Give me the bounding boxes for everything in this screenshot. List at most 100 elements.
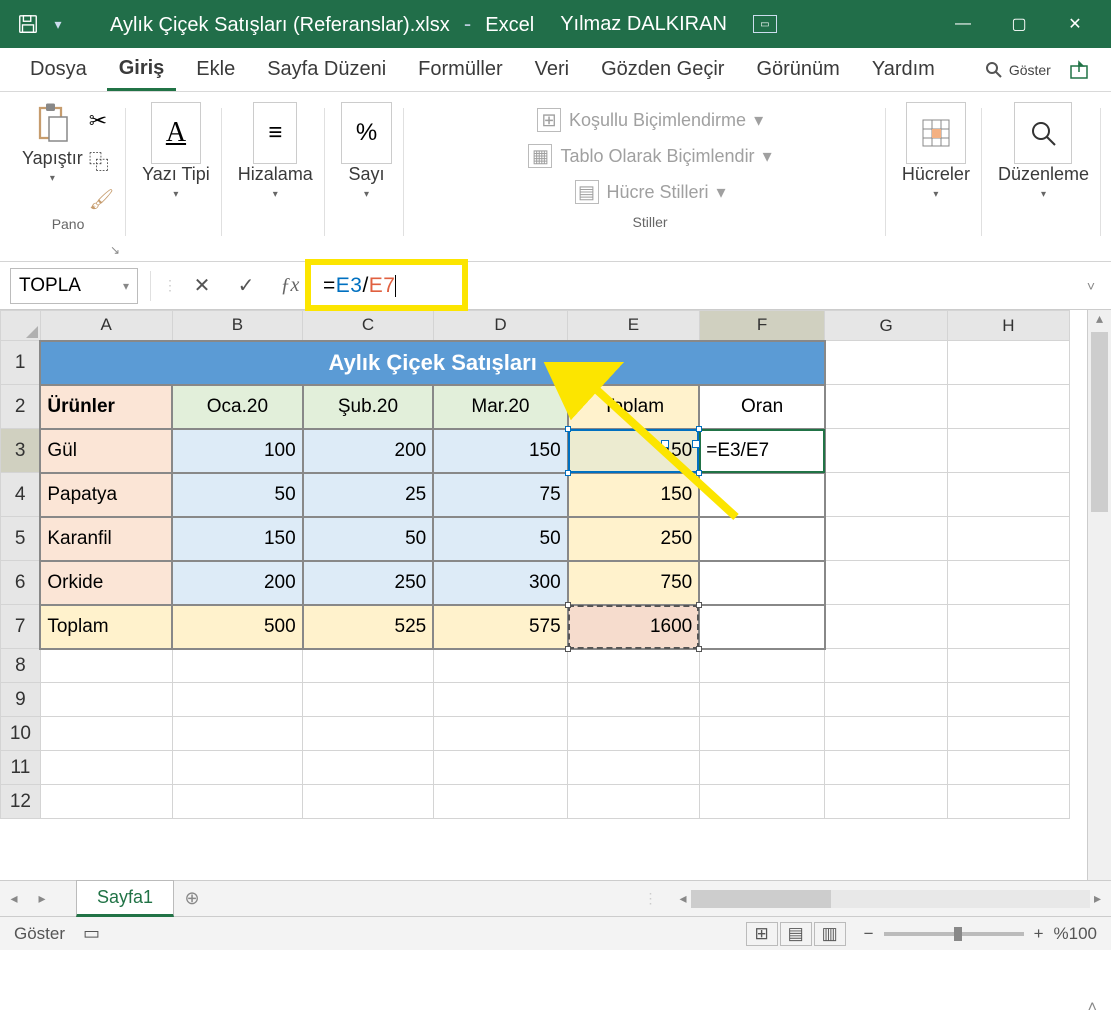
cell[interactable]: 150 [568, 473, 700, 517]
row-header-10[interactable]: 10 [1, 717, 41, 751]
cell[interactable] [433, 649, 567, 683]
dialog-launcher-icon[interactable]: ↘ [110, 243, 120, 257]
cell[interactable]: 750 [568, 561, 700, 605]
row-header-7[interactable]: 7 [1, 605, 41, 649]
ribbon-tab-gözden geçir[interactable]: Gözden Geçir [589, 50, 736, 89]
cell[interactable] [947, 429, 1069, 473]
cell[interactable]: 500 [172, 605, 303, 649]
row-header-4[interactable]: 4 [1, 473, 41, 517]
cell[interactable] [433, 785, 567, 819]
cell[interactable] [40, 683, 172, 717]
ribbon-tab-görünüm[interactable]: Görünüm [744, 50, 851, 89]
cell[interactable] [947, 683, 1069, 717]
zoom-in-button[interactable]: + [1034, 924, 1044, 944]
cell[interactable] [825, 683, 947, 717]
alignment-dropdown[interactable]: Hizalama▾ [238, 164, 313, 200]
cell[interactable] [825, 605, 947, 649]
cell[interactable] [172, 785, 303, 819]
cell[interactable]: Şub.20 [303, 385, 434, 429]
cell[interactable] [947, 561, 1069, 605]
cell[interactable]: 250 [568, 517, 700, 561]
cell[interactable] [303, 649, 434, 683]
tell-me-search[interactable]: Göster [985, 61, 1051, 79]
cell[interactable] [303, 785, 434, 819]
cell[interactable] [947, 605, 1069, 649]
row-header-9[interactable]: 9 [1, 683, 41, 717]
cell[interactable] [433, 751, 567, 785]
expand-formula-bar-icon[interactable]: ˅ [1087, 278, 1101, 294]
cell[interactable] [825, 785, 947, 819]
qat-dropdown-icon[interactable]: ▾ [46, 12, 70, 36]
page-break-view-button[interactable]: ▥ [814, 922, 846, 946]
column-header-A[interactable]: A [40, 311, 172, 341]
cell[interactable]: Karanfil [40, 517, 172, 561]
name-box[interactable]: TOPLA▾ [10, 268, 138, 304]
horizontal-scrollbar[interactable]: ◂▸ [670, 890, 1111, 908]
column-header-D[interactable]: D [433, 311, 567, 341]
cell[interactable] [568, 649, 700, 683]
cell[interactable]: Mar.20 [433, 385, 567, 429]
cell[interactable] [825, 517, 947, 561]
confirm-formula-button[interactable]: ✓ [227, 268, 265, 304]
cell[interactable] [947, 341, 1069, 385]
cell[interactable] [947, 785, 1069, 819]
cell[interactable] [172, 649, 303, 683]
row-header-1[interactable]: 1 [1, 341, 41, 385]
cell[interactable]: 300 [433, 561, 567, 605]
ribbon-tab-giriş[interactable]: Giriş [107, 49, 177, 91]
cell[interactable] [699, 751, 825, 785]
cell[interactable]: Toplam [40, 605, 172, 649]
cell[interactable] [172, 751, 303, 785]
column-header-G[interactable]: G [825, 311, 947, 341]
cell[interactable]: 200 [303, 429, 434, 473]
cell[interactable] [568, 751, 700, 785]
cell[interactable]: 50 [303, 517, 434, 561]
cell[interactable] [568, 717, 700, 751]
save-icon[interactable] [14, 10, 42, 38]
cell[interactable] [699, 683, 825, 717]
ribbon-display-icon[interactable]: ▭ [753, 15, 777, 33]
insert-function-button[interactable]: ƒx [271, 268, 309, 304]
cell[interactable] [303, 751, 434, 785]
copy-icon[interactable]: ⿻ [89, 146, 114, 175]
cell[interactable] [568, 683, 700, 717]
column-header-E[interactable]: E [568, 311, 700, 341]
cell[interactable] [947, 517, 1069, 561]
cell[interactable] [433, 683, 567, 717]
cell[interactable] [947, 385, 1069, 429]
ribbon-tab-ekle[interactable]: Ekle [184, 50, 247, 89]
cell[interactable]: 75 [433, 473, 567, 517]
cell[interactable]: 100 [172, 429, 303, 473]
cell[interactable] [40, 751, 172, 785]
ribbon-tab-dosya[interactable]: Dosya [18, 50, 99, 89]
select-all-corner[interactable] [1, 311, 41, 341]
row-header-6[interactable]: 6 [1, 561, 41, 605]
page-layout-view-button[interactable]: ▤ [780, 922, 812, 946]
cell[interactable] [40, 717, 172, 751]
cell[interactable]: 50 [433, 517, 567, 561]
cell[interactable] [947, 473, 1069, 517]
cell[interactable] [303, 683, 434, 717]
cell[interactable]: 200 [172, 561, 303, 605]
cell[interactable]: Gül [40, 429, 172, 473]
formula-input[interactable]: =E3/E7 [315, 268, 1081, 304]
paste-button[interactable]: Yapıştır ▾ [22, 102, 83, 184]
row-header-11[interactable]: 11 [1, 751, 41, 785]
format-as-table-button[interactable]: ▦Tablo Olarak Biçimlendir ▾ [524, 138, 775, 174]
column-header-B[interactable]: B [172, 311, 303, 341]
cell[interactable] [947, 717, 1069, 751]
collapse-ribbon-icon[interactable]: ˄ [1088, 999, 1097, 1017]
font-dropdown[interactable]: Yazı Tipi▾ [142, 164, 210, 200]
spreadsheet-grid[interactable]: ABCDEFGH 1Aylık Çiçek Satışları2ÜrünlerO… [0, 310, 1070, 819]
cell[interactable] [825, 385, 947, 429]
add-sheet-button[interactable]: ⊕ [174, 888, 210, 909]
number-dropdown[interactable]: Sayı▾ [348, 164, 384, 200]
row-header-8[interactable]: 8 [1, 649, 41, 683]
cell[interactable] [699, 785, 825, 819]
cell[interactable]: 250 [303, 561, 434, 605]
cell[interactable] [568, 785, 700, 819]
row-header-12[interactable]: 12 [1, 785, 41, 819]
cell[interactable] [825, 429, 947, 473]
cell[interactable]: Orkide [40, 561, 172, 605]
cell[interactable] [699, 473, 825, 517]
